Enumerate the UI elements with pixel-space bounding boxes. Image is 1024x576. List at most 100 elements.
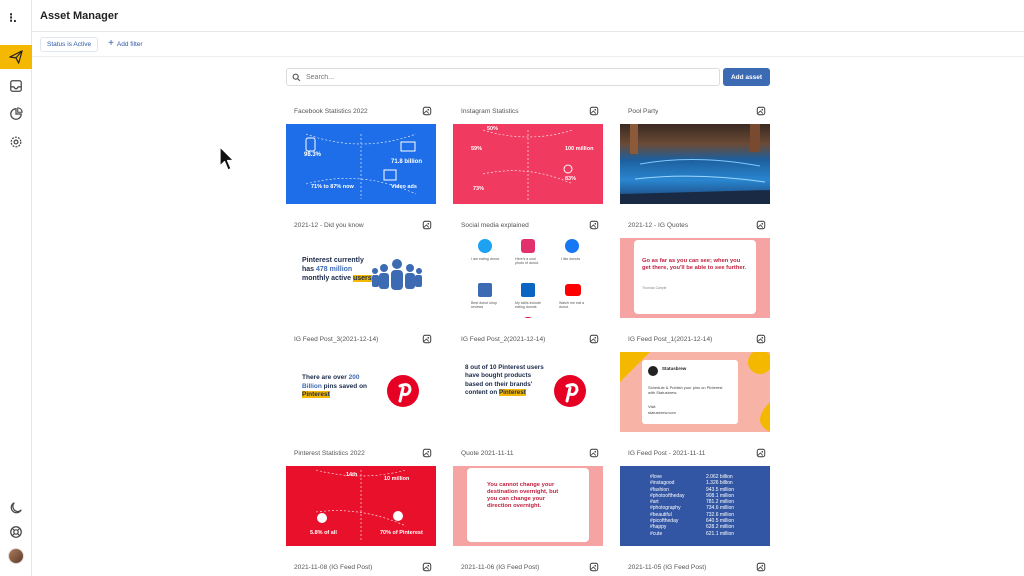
search-input[interactable] xyxy=(306,73,706,81)
logo[interactable]: ⁝. xyxy=(9,10,17,26)
post-text: Schedule & Publish your pins on Pinteres… xyxy=(648,385,723,395)
image-icon[interactable] xyxy=(589,448,599,458)
asset-thumbnail: There are over 200 Billion pins saved on… xyxy=(286,352,436,432)
help-button[interactable] xyxy=(0,520,32,544)
post-text: Visit xyxy=(648,404,656,409)
hashtag-list: #love #instagood #fashion #photooftheday #ar… xyxy=(650,474,685,537)
asset-thumbnail: I am eating donut. Here's a cool photo o… xyxy=(453,238,603,318)
asset-thumbnail: 98.3% 71.8 billion 71% to 87% now Video … xyxy=(286,124,436,204)
headline-text: Pinterest currently has 478 million mont… xyxy=(302,257,372,282)
card-title: IG Feed Post_3(2021-12-14) xyxy=(294,335,379,343)
card-title: 2021-11-06 (IG Feed Post) xyxy=(461,563,540,571)
avatar[interactable] xyxy=(8,548,24,564)
card-title: Instagram Statistics xyxy=(461,107,519,115)
card-title: Pinterest Statistics 2022 xyxy=(294,449,365,457)
add-filter-button[interactable]: + Add filter xyxy=(108,39,143,49)
brand-avatar xyxy=(648,366,658,376)
asset-card[interactable]: 2021-11-06 (IG Feed Post) xyxy=(453,556,603,576)
card-title: Pool Party xyxy=(628,107,659,115)
caption: My skills include eating donuts xyxy=(515,301,541,309)
asset-card[interactable]: Quote 2021-11-11 You cannot change your … xyxy=(453,442,603,549)
asset-card[interactable]: Instagram Statistics 50% 59% 100 million… xyxy=(453,100,603,207)
headline-text: 8 out of 10 Pinterest users have bought … xyxy=(465,364,544,396)
pool-lights-graphic xyxy=(620,124,770,204)
image-icon[interactable] xyxy=(422,106,432,116)
asset-card[interactable]: Pool Party xyxy=(620,100,770,207)
stat-text: 59% xyxy=(471,146,483,152)
sidebar: ⁝. xyxy=(0,0,32,576)
add-filter-label: Add filter xyxy=(116,40,143,48)
image-icon[interactable] xyxy=(422,334,432,344)
image-icon[interactable] xyxy=(589,220,599,230)
image-icon[interactable] xyxy=(756,334,766,344)
asset-thumbnail: 50% 59% 100 million 83% 73% xyxy=(453,124,603,204)
inbox-icon xyxy=(10,80,22,92)
quote-text: Go as far as you can see; when you get t… xyxy=(642,258,747,271)
card-title: Social media explained xyxy=(461,221,529,229)
card-title: IG Feed Post - 2021-11-11 xyxy=(628,449,706,457)
filter-chip-status[interactable]: Status is Active xyxy=(40,36,99,52)
asset-thumbnail: #love #instagood #fashion #photooftheday #ar… xyxy=(620,466,770,546)
asset-card[interactable]: Pinterest Statistics 2022 14th 10 millio… xyxy=(286,442,436,549)
asset-thumbnail: Go as far as you can see; when you get t… xyxy=(620,238,770,318)
caption: Watch me eat a donut. xyxy=(559,301,585,309)
image-icon[interactable] xyxy=(756,106,766,116)
page-title: Asset Manager xyxy=(40,9,119,22)
asset-card[interactable]: Social media explained I am eating donut… xyxy=(453,214,603,321)
sidebar-item-settings[interactable] xyxy=(0,130,32,154)
image-icon[interactable] xyxy=(756,448,766,458)
image-icon[interactable] xyxy=(422,448,432,458)
quote-author: Thomas Carlyle xyxy=(642,286,667,290)
card-title: 2021-11-08 (IG Feed Post) xyxy=(294,563,373,571)
stat-text: Video ads xyxy=(391,184,417,190)
pinterest-logo-icon xyxy=(387,375,419,407)
sidebar-item-publish[interactable] xyxy=(0,45,32,69)
stat-text: 71% to 87% now xyxy=(311,184,354,190)
mouse-cursor-icon xyxy=(219,146,235,171)
post-link: statusbrew.com xyxy=(648,410,676,415)
send-icon xyxy=(9,50,23,64)
image-icon[interactable] xyxy=(422,220,432,230)
dark-mode-toggle[interactable] xyxy=(0,496,32,520)
quote-text: You cannot change your destination overn… xyxy=(487,482,559,509)
stat-text: 100 million xyxy=(565,146,594,152)
asset-card[interactable]: 2021-12 - Did you know Pinterest current… xyxy=(286,214,436,321)
moon-icon xyxy=(10,502,22,514)
sidebar-item-analytics[interactable] xyxy=(0,102,32,126)
brand-name: Statusbrew xyxy=(662,366,687,371)
image-icon[interactable] xyxy=(589,334,599,344)
image-icon[interactable] xyxy=(756,562,766,572)
asset-card[interactable]: 2021-12 - IG Quotes Go as far as you can… xyxy=(620,214,770,321)
stat-text: 98.3% xyxy=(304,152,322,158)
stats-graphic xyxy=(482,129,574,200)
asset-thumbnail: 14th 10 million 5.8% of all 70% of Pinte… xyxy=(286,466,436,546)
add-asset-button[interactable]: Add asset xyxy=(723,68,770,86)
stat-text: 5.8% of all xyxy=(310,530,337,536)
asset-card[interactable]: IG Feed Post_1(2021-12-14) Statusbrew Sc… xyxy=(620,328,770,435)
card-title: IG Feed Post_1(2021-12-14) xyxy=(628,335,713,343)
asset-card[interactable]: 2021-11-08 (IG Feed Post) xyxy=(286,556,436,576)
image-icon[interactable] xyxy=(589,562,599,572)
image-icon[interactable] xyxy=(589,106,599,116)
filter-bar: Status is Active + Add filter xyxy=(32,32,1024,57)
asset-card[interactable]: Facebook Statistics 2022 98.3% 71.8 bill… xyxy=(286,100,436,207)
stat-text: 71.8 billion xyxy=(391,159,423,165)
headline-text: There are over 200 Billion pins saved on… xyxy=(302,374,368,398)
people-icon xyxy=(372,259,422,290)
asset-thumbnail: You cannot change your destination overn… xyxy=(453,466,603,546)
image-icon[interactable] xyxy=(756,220,766,230)
asset-card[interactable]: IG Feed Post_2(2021-12-14) 8 out of 10 P… xyxy=(453,328,603,435)
asset-thumbnail: 8 out of 10 Pinterest users have bought … xyxy=(453,352,603,432)
analytics-icon xyxy=(10,107,23,120)
pool-photo xyxy=(620,124,770,204)
asset-card[interactable]: IG Feed Post_3(2021-12-14) There are ove… xyxy=(286,328,436,435)
sidebar-item-inbox[interactable] xyxy=(0,74,32,98)
image-icon[interactable] xyxy=(422,562,432,572)
card-title: Facebook Statistics 2022 xyxy=(294,107,368,115)
hashtag-counts: 2.062 billion 1.326 billion 943.5 million 9… xyxy=(706,474,735,537)
asset-card[interactable]: IG Feed Post - 2021-11-11 #love #instagoo… xyxy=(620,442,770,549)
card-title: 2021-12 - Did you know xyxy=(294,221,364,229)
quote-card xyxy=(634,240,756,314)
asset-thumbnail: Pinterest currently has 478 million mont… xyxy=(286,238,436,318)
asset-card[interactable]: 2021-11-05 (IG Feed Post) xyxy=(620,556,770,576)
